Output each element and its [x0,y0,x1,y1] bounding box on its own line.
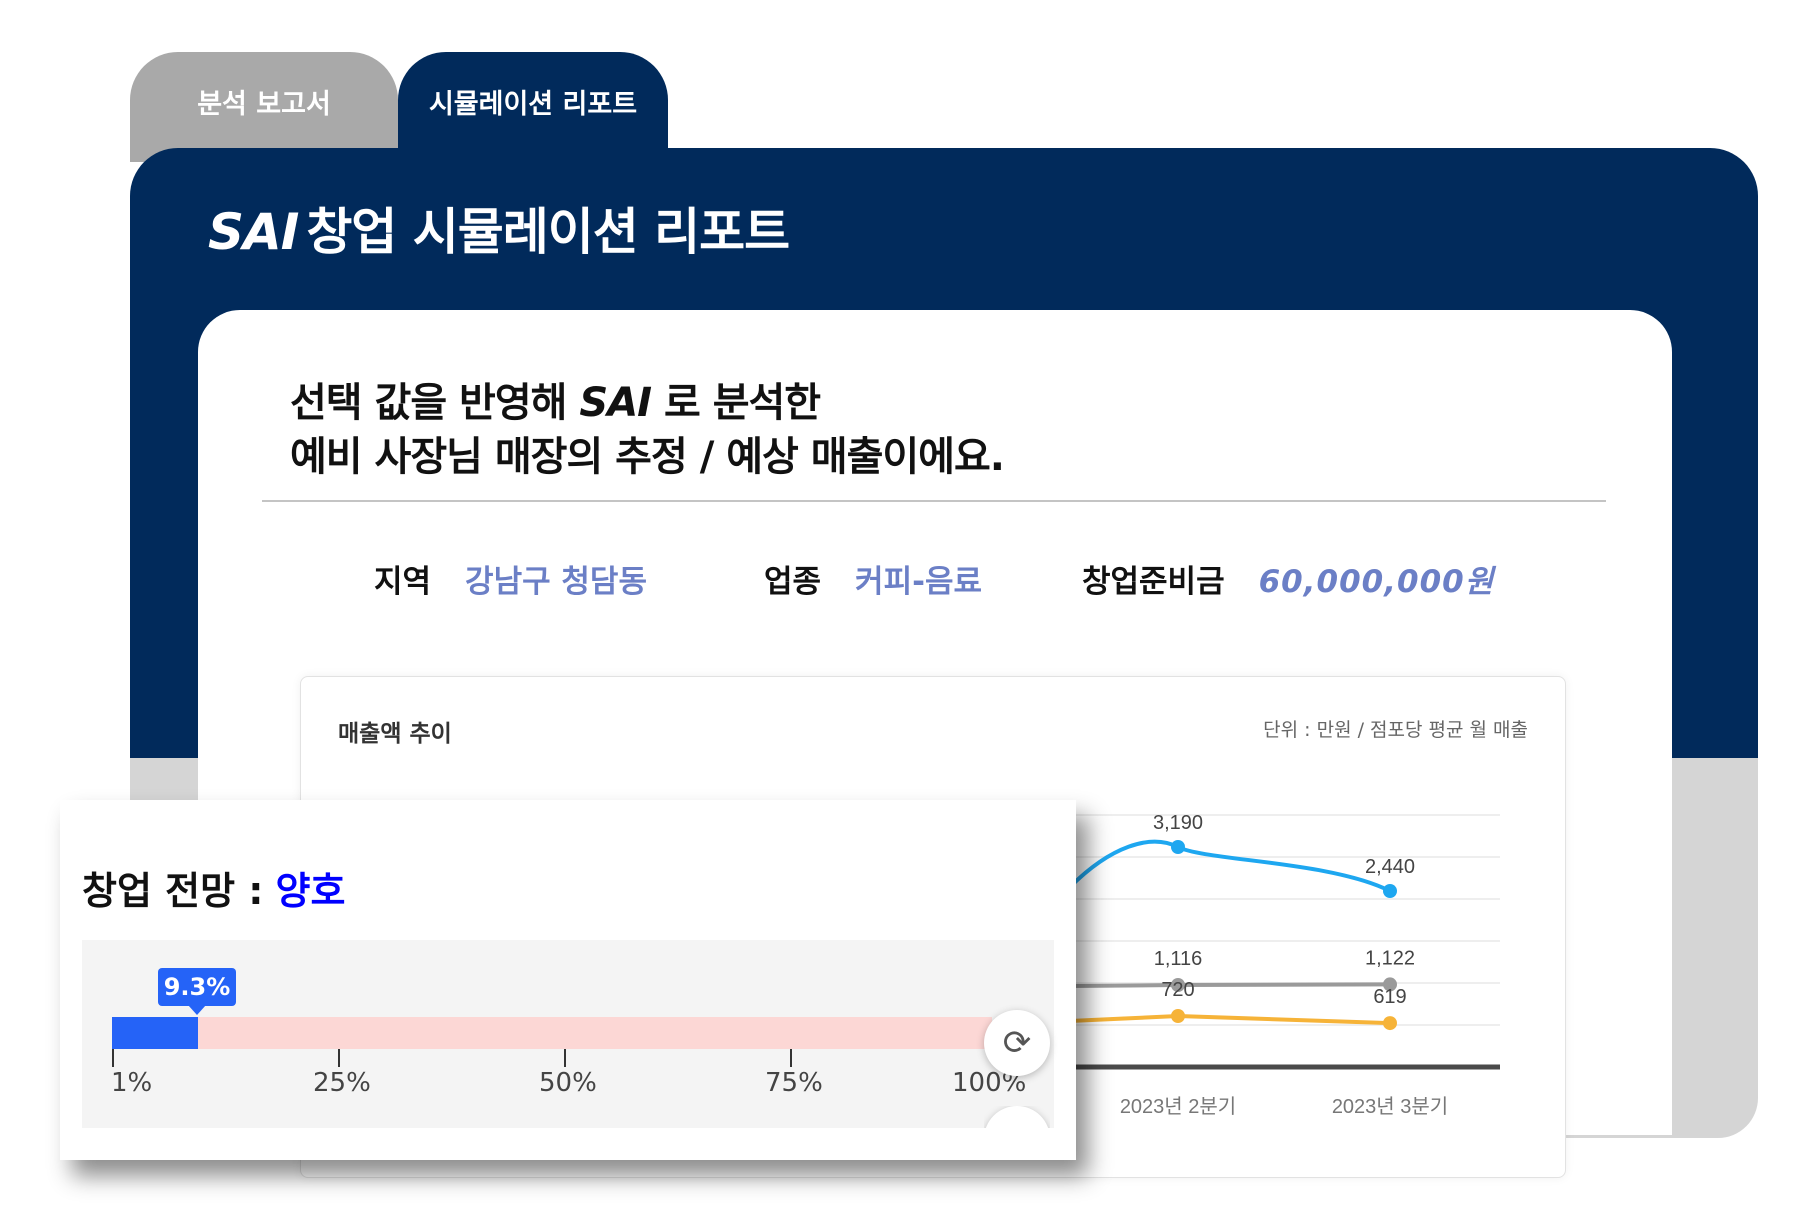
divider [262,500,1606,502]
series-line [1070,1013,1391,1026]
data-point [1383,1016,1397,1031]
data-label: 1,122 [1365,947,1415,969]
gauge-tick [564,1049,566,1067]
headline-text: 선택 값을 반영해 [290,380,567,426]
region-value: 강남구 청담동 [465,564,647,600]
refresh-icon: ⟳ [1002,1023,1032,1063]
headline-line-1: 선택 값을 반영해 SAI 로 분석한 [290,376,1004,430]
data-point [1171,1009,1185,1023]
headline-text: 로 분석한 [663,380,821,426]
outlook-label: 창업 전망 : [82,869,264,913]
data-point [1383,884,1397,898]
outlook-heading: 창업 전망 : 양호 [82,860,345,915]
tab-analysis-report[interactable]: 분석 보고서 [130,52,398,162]
region-info: 지역 강남구 청담동 [374,556,647,604]
gauge-tick [790,1049,792,1067]
industry-label: 업종 [764,564,822,600]
outlook-value: 양호 [275,869,346,913]
data-label: 3,190 [1153,812,1203,834]
secondary-round-button[interactable]: – [984,1106,1050,1128]
headline: 선택 값을 반영해 SAI 로 분석한 예비 사장님 매장의 추정 / 예상 매… [290,376,1005,484]
gauge-tick [338,1049,340,1067]
gauge-percent-tooltip: 9.3% [158,968,236,1015]
report-title: SAI 창업 시뮬레이션 리포트 [208,192,790,264]
data-point [1171,840,1185,854]
data-label: 2,440 [1365,856,1415,878]
series-line [1070,839,1391,893]
brand-logo-text: SAI [208,203,299,261]
data-label: 720 [1161,979,1194,1001]
gauge-tick [112,1049,114,1067]
gauge-tick-label: 1% [111,1068,153,1098]
report-title-text: 창업 시뮬레이션 리포트 [306,203,790,261]
gauge-track [112,1017,992,1049]
industry-info: 업종 커피-음료 [764,556,982,604]
x-tick-label: 2023년 3분기 [1332,1095,1448,1118]
x-tick-label: 2023년 2분기 [1120,1095,1236,1118]
budget-info: 창업준비금 60,000,000원 [1082,556,1494,604]
tab-simulation-report[interactable]: 시뮬레이션 리포트 [398,52,668,162]
gauge-tick-label: 25% [313,1068,371,1098]
tab-label: 분석 보고서 [197,89,331,120]
gauge-tick-label: 75% [765,1068,823,1098]
series-line [1070,982,1391,988]
data-label: 1,116 [1154,948,1203,970]
budget-label: 창업준비금 [1082,564,1225,600]
tab-label: 시뮬레이션 리포트 [428,89,638,120]
gauge-tick-label: 50% [539,1068,597,1098]
budget-value: 60,000,000원 [1258,564,1495,600]
sales-line-chart: 3,190 2,440 1,116 1,122 720 619 2023년 2분기 2023년… [1070,812,1500,1118]
headline-brand: SAI [579,380,652,426]
chart-title: 매출액 추이 [338,721,452,747]
chart-unit: 단위 : 만원 / 점포당 평균 월 매출 [1263,719,1528,741]
data-label: 619 [1373,986,1406,1008]
gauge-fill [112,1017,198,1049]
minus-icon: – [984,1106,1050,1128]
headline-line-2: 예비 사장님 매장의 추정 / 예상 매출이에요. [290,434,1005,480]
region-label: 지역 [374,564,432,600]
refresh-button[interactable]: ⟳ [984,1010,1050,1076]
industry-value: 커피-음료 [855,564,982,600]
